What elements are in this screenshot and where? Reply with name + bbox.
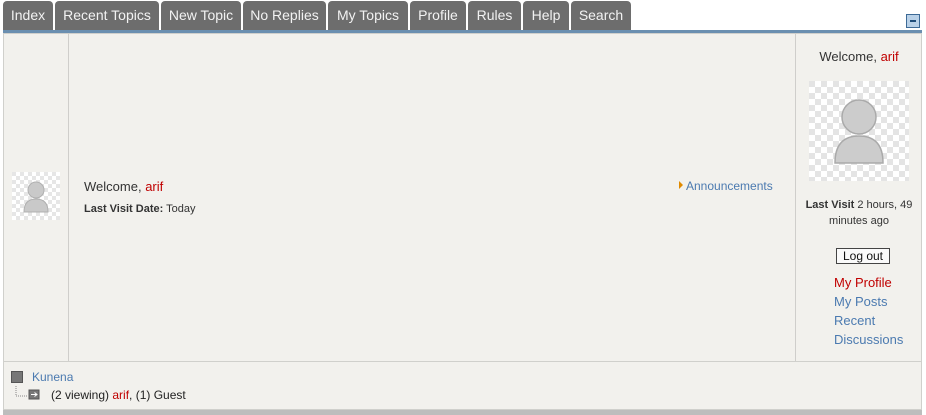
last-visit-label: Last Visit Date:: [84, 203, 164, 215]
viewing-count: (2 viewing): [51, 388, 110, 402]
large-avatar[interactable]: [809, 81, 909, 181]
footer-bar: [3, 410, 922, 415]
tab-new-topic[interactable]: New Topic: [161, 1, 241, 30]
tab-no-replies[interactable]: No Replies: [243, 1, 326, 30]
announcements-link[interactable]: Announcements: [679, 179, 773, 193]
tab-search[interactable]: Search: [571, 1, 631, 30]
welcome-label: Welcome,: [84, 179, 142, 194]
logout-button[interactable]: Log out: [836, 248, 890, 264]
avatar[interactable]: [12, 172, 60, 220]
whos-online: Kunena (2 viewing) arif, (1) Guest: [3, 362, 922, 410]
sidebar-welcome-label: Welcome,: [819, 49, 877, 64]
tab-index[interactable]: Index: [3, 1, 53, 30]
sidebar-last-visit: Last Visit 2 hours, 49 minutes ago: [796, 197, 922, 229]
tree-branch-icon: [15, 386, 40, 400]
my-posts-link[interactable]: My Posts: [834, 292, 914, 311]
category-link[interactable]: Kunena: [32, 370, 73, 384]
collapse-icon[interactable]: [906, 14, 920, 28]
tab-recent-topics[interactable]: Recent Topics: [55, 1, 159, 30]
guest-count: , (1) Guest: [129, 388, 186, 402]
sidebar-last-visit-label: Last Visit: [805, 199, 855, 211]
tab-profile[interactable]: Profile: [410, 1, 466, 30]
user-sidebar: Welcome, arif Last Visit 2 hours, 49 min…: [796, 34, 922, 361]
username-link[interactable]: arif: [145, 179, 163, 194]
recent-discussions-link[interactable]: Recent Discussions: [834, 311, 914, 349]
tab-help[interactable]: Help: [523, 1, 569, 30]
viewing-status: (2 viewing) arif, (1) Guest: [51, 388, 186, 402]
viewing-user-link[interactable]: arif: [112, 388, 129, 402]
arrow-right-icon: [679, 181, 683, 189]
announcements-label: Announcements: [686, 179, 773, 193]
last-visit-date: Last Visit Date: Today: [84, 203, 196, 215]
sidebar-welcome: Welcome, arif: [796, 49, 922, 64]
profile-box: Welcome, arif Last Visit Date: Today Ann…: [3, 33, 922, 362]
tab-rules[interactable]: Rules: [468, 1, 521, 30]
category-icon: [11, 371, 23, 383]
welcome-message: Welcome, arif: [84, 179, 163, 194]
column-divider: [68, 34, 69, 361]
tab-my-topics[interactable]: My Topics: [328, 1, 408, 30]
sidebar-links: My Profile My Posts Recent Discussions: [834, 273, 914, 349]
sidebar-username-link[interactable]: arif: [881, 49, 899, 64]
last-visit-value: Today: [166, 203, 196, 215]
my-profile-link[interactable]: My Profile: [834, 273, 914, 292]
